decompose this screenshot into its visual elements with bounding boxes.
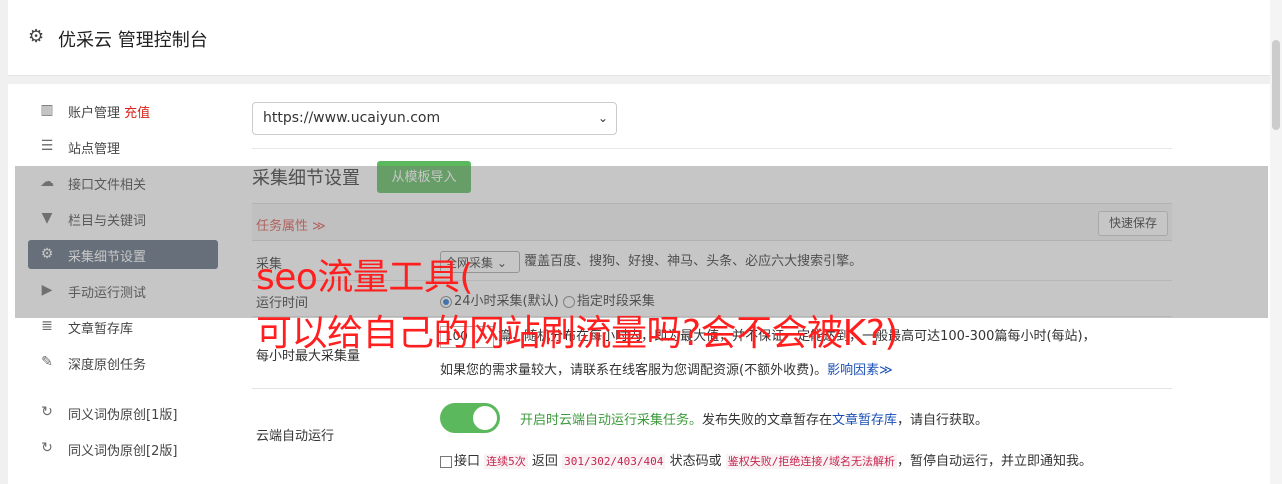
sidebar-item-label: 文章暂存库 bbox=[68, 322, 134, 337]
sidebar-item-synonym-v2[interactable]: ↻ 同义词伪原创[2版] bbox=[28, 434, 218, 463]
cloud-run-toggle[interactable] bbox=[440, 403, 500, 433]
bar-chart-icon: ▥ bbox=[40, 102, 54, 118]
sidebar-item-label: 同义词伪原创[2版] bbox=[68, 444, 178, 459]
code-consecutive: 连续5次 bbox=[484, 454, 528, 469]
code-status: 301/302/403/404 bbox=[562, 454, 666, 469]
refresh-icon: ↻ bbox=[41, 404, 53, 420]
article-store-link[interactable]: 文章暂存库 bbox=[832, 413, 897, 428]
cloud-run-label: 云端自动运行 bbox=[256, 429, 335, 444]
sidebar-item-account[interactable]: ▥ 账户管理 充值 bbox=[28, 96, 218, 125]
chevron-down-icon: ⌄ bbox=[597, 111, 608, 125]
gear-icon: ⚙ bbox=[28, 26, 45, 47]
overlay-title-line2: 可以给自己的网站刷流量吗?会不会被K?) bbox=[256, 313, 898, 354]
overlay-title-line1: seo流量工具( bbox=[256, 257, 473, 298]
cloud-run-note-end: ，请自行获取。 bbox=[897, 413, 989, 428]
status-text: 状态码或 bbox=[669, 454, 722, 469]
server-icon: ☰ bbox=[40, 138, 54, 154]
scrollbar-thumb[interactable] bbox=[1272, 40, 1280, 130]
cloud-run-status: 开启时云端自动运行采集任务。 bbox=[520, 413, 703, 428]
sidebar-item-sites[interactable]: ☰ 站点管理 bbox=[28, 132, 218, 161]
site-select[interactable]: https://www.ucaiyun.com ⌄ bbox=[252, 102, 617, 135]
sidebar-item-deep-original[interactable]: ✎ 深度原创任务 bbox=[28, 348, 218, 377]
code-errors: 鉴权失败/拒绝连接/域名无法解析 bbox=[725, 454, 897, 469]
divider bbox=[252, 148, 1172, 149]
cloud-run-note: 发布失败的文章暂存在 bbox=[702, 413, 833, 428]
cloud-run-row: 云端自动运行 开启时云端自动运行采集任务。发布失败的文章暂存在文章暂存库，请自行… bbox=[252, 389, 1172, 481]
edit-icon: ✎ bbox=[41, 354, 53, 370]
sidebar-item-label: 账户管理 bbox=[68, 106, 121, 121]
page-title: 优采云 管理控制台 bbox=[58, 30, 208, 51]
sidebar-divider bbox=[28, 384, 218, 398]
interface-text: 接口 bbox=[454, 454, 481, 469]
influence-factors-link[interactable]: 影响因素≫ bbox=[827, 363, 893, 378]
return-text: 返回 bbox=[531, 454, 558, 469]
recharge-link[interactable]: 充值 bbox=[124, 106, 150, 121]
gray-overlay-banner bbox=[15, 166, 1268, 318]
refresh-icon: ↻ bbox=[41, 440, 53, 456]
sidebar-item-label: 站点管理 bbox=[68, 142, 121, 157]
pause-notify-text: ，暂停自动运行，并立即通知我。 bbox=[896, 454, 1092, 469]
max-collect-note: 如果您的需求量较大，请联系在线客服为您调配资源(不额外收费)。 bbox=[440, 363, 828, 378]
pause-on-error-checkbox[interactable] bbox=[440, 455, 452, 468]
sidebar-item-label: 深度原创任务 bbox=[68, 358, 147, 373]
sidebar-item-label: 同义词伪原创[1版] bbox=[68, 408, 178, 423]
database-icon: ≣ bbox=[41, 318, 53, 334]
sidebar-item-synonym-v1[interactable]: ↻ 同义词伪原创[1版] bbox=[28, 398, 218, 427]
site-select-value: https://www.ucaiyun.com bbox=[263, 110, 441, 126]
top-header: ⚙ 优采云 管理控制台 bbox=[8, 0, 1282, 76]
toggle-knob bbox=[473, 406, 497, 430]
